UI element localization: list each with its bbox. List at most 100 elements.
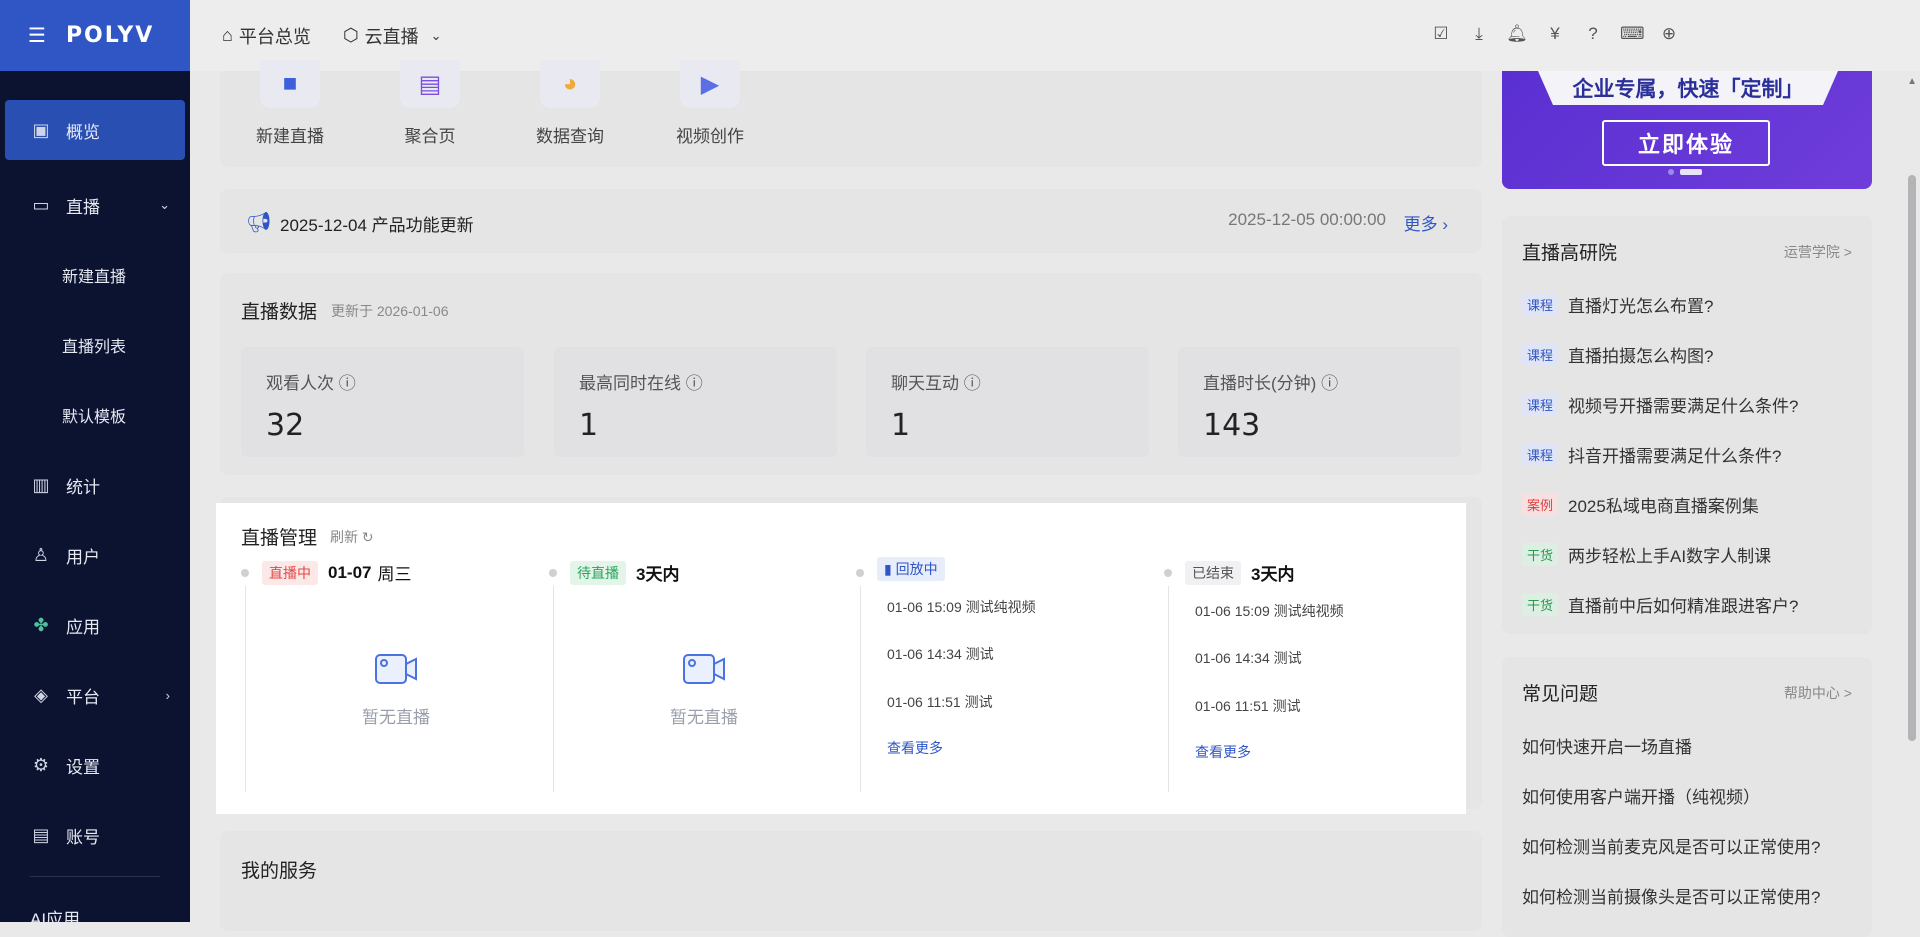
video-camera-icon: ■ xyxy=(260,60,320,108)
refresh-icon: ↻ xyxy=(361,529,374,545)
chevron-right-icon: › xyxy=(165,687,170,703)
empty-text: 暂无直播 xyxy=(362,708,430,727)
user-icon: ♙ xyxy=(32,544,50,565)
sidebar-item-live-list[interactable]: 直播列表 xyxy=(0,310,190,380)
column-header: ▮ 回放中 xyxy=(877,557,945,581)
timeline-line xyxy=(860,586,861,792)
timeline-dot xyxy=(241,569,249,577)
sidebar-item-label: 统计 xyxy=(66,477,100,497)
faq-item[interactable]: 如何检测当前麦克风是否可以正常使用? xyxy=(1522,833,1820,858)
megaphone-icon: 📢︎ xyxy=(246,212,272,234)
platform-overview-label: 平台总览 xyxy=(238,26,311,47)
column-live-now: 直播中 01-07 周三 暂无直播 xyxy=(241,560,546,792)
news-title[interactable]: 2025-12-04 产品功能更新 xyxy=(280,211,474,236)
column-weekday: 周三 xyxy=(377,565,412,584)
top-toolbar-icons: ☑ ⤓ 🔔︎ ¥ ? ⌨ ⊕ xyxy=(1430,24,1680,44)
sidebar-item-stats[interactable]: ▥ 统计 xyxy=(0,450,190,520)
shortcut-label: 新建直播 xyxy=(256,127,324,146)
course-item[interactable]: 课程 抖音开播需要满足什么条件? xyxy=(1522,442,1781,467)
shortcut-data-query[interactable]: ◕ 数据查询 xyxy=(525,60,615,147)
info-icon[interactable]: ⓘ xyxy=(686,374,703,393)
carousel-dot[interactable] xyxy=(1668,169,1674,175)
operations-academy-link[interactable]: 运营学院 > xyxy=(1784,242,1852,262)
sidebar-item-live[interactable]: ▭ 直播 ⌄ xyxy=(0,170,190,240)
scroll-up-arrow[interactable]: ▲ xyxy=(1907,76,1917,87)
course-item[interactable]: 案例 2025私域电商直播案例集 xyxy=(1522,492,1759,517)
polyv-logo[interactable]: POLYV xyxy=(66,23,154,48)
try-now-button[interactable]: 立即体验 xyxy=(1602,120,1770,166)
yen-icon[interactable]: ¥ xyxy=(1544,24,1566,44)
sidebar-item-account[interactable]: ▤ 账号 xyxy=(0,800,190,870)
course-item[interactable]: 干货 直播前中后如何精准跟进客户? xyxy=(1522,592,1798,617)
sidebar-item-apps[interactable]: ✤ 应用 xyxy=(0,590,190,660)
course-item[interactable]: 课程 直播灯光怎么布置? xyxy=(1522,292,1713,317)
menu-toggle-icon[interactable]: ☰ xyxy=(28,23,46,48)
course-item[interactable]: 干货 两步轻松上手AI数字人制课 xyxy=(1522,542,1771,567)
course-tag: 课程 xyxy=(1522,293,1559,316)
sidebar-item-platform[interactable]: ◈ 平台 › xyxy=(0,660,190,730)
platform-overview-link[interactable]: ⌂ 平台总览 xyxy=(222,23,311,49)
list-item[interactable]: 01-06 15:09 测试纯视频 xyxy=(1195,601,1344,621)
shortcut-new-live[interactable]: ■ 新建直播 xyxy=(245,60,335,147)
status-badge: 待直播 xyxy=(570,560,626,585)
news-more-link[interactable]: 更多 › xyxy=(1404,210,1448,235)
list-item[interactable]: 01-06 15:09 测试纯视频 xyxy=(887,597,1036,617)
task-check-icon[interactable]: ☑ xyxy=(1430,24,1452,44)
sidebar-item-ai-apps[interactable]: AI应用 xyxy=(30,905,80,930)
promo-banner[interactable]: 企业专属，快速「定制」 立即体验 xyxy=(1502,71,1872,189)
video-camera-icon: ▭ xyxy=(32,194,50,215)
globe-icon[interactable]: ⊕ xyxy=(1658,24,1680,44)
view-more-link[interactable]: 查看更多 xyxy=(887,738,943,758)
info-icon[interactable]: ⓘ xyxy=(339,374,356,393)
carousel-dot-active[interactable] xyxy=(1680,169,1702,175)
course-tag: 干货 xyxy=(1522,593,1559,616)
download-icon[interactable]: ⤓ xyxy=(1468,24,1490,44)
course-title: 抖音开播需要满足什么条件? xyxy=(1568,447,1782,466)
shortcut-aggregate-page[interactable]: ▤ 聚合页 xyxy=(385,60,475,147)
sidebar-item-default-template[interactable]: 默认模板 xyxy=(0,380,190,450)
info-icon[interactable]: ⓘ xyxy=(964,374,981,393)
faq-item[interactable]: 如何快速开启一场直播 xyxy=(1522,733,1692,758)
stat-value: 1 xyxy=(579,408,599,443)
faq-item[interactable]: 如何使用客户端开播（纯视频） xyxy=(1522,783,1760,808)
code-icon[interactable]: ⌨ xyxy=(1620,24,1645,44)
sidebar-item-overview[interactable]: ▣ 概览 xyxy=(5,100,185,160)
list-item[interactable]: 01-06 11:51 测试 xyxy=(1195,696,1301,716)
course-item[interactable]: 课程 视频号开播需要满足什么条件? xyxy=(1522,392,1798,417)
help-center-link[interactable]: 帮助中心 > xyxy=(1784,683,1852,703)
course-tag: 课程 xyxy=(1522,343,1559,366)
course-item[interactable]: 课程 直播拍摄怎么构图? xyxy=(1522,342,1713,367)
sidebar-divider xyxy=(30,876,160,877)
faq-item[interactable]: 如何检测当前摄像头是否可以正常使用? xyxy=(1522,883,1820,908)
refresh-button[interactable]: 刷新 ↻ xyxy=(330,527,374,547)
camera-icon xyxy=(375,654,417,684)
empty-state: 暂无直播 xyxy=(554,652,854,728)
vertical-scrollbar[interactable] xyxy=(1908,175,1916,741)
view-more-link[interactable]: 查看更多 xyxy=(1195,742,1251,762)
sidebar-item-label: 用户 xyxy=(66,547,100,567)
info-icon[interactable]: ⓘ xyxy=(1321,374,1338,393)
shortcut-video-creation[interactable]: ▶ 视频创作 xyxy=(665,60,755,147)
course-tag: 案例 xyxy=(1522,493,1559,516)
sidebar-item-users[interactable]: ♙ 用户 xyxy=(0,520,190,590)
chart-board-icon: ▣ xyxy=(32,119,50,140)
course-title: 视频号开播需要满足什么条件? xyxy=(1568,397,1799,416)
banner-headline: 企业专属，快速「定制」 xyxy=(1538,71,1838,105)
gear-icon: ⚙ xyxy=(32,754,50,775)
sidebar-item-settings[interactable]: ⚙ 设置 xyxy=(0,730,190,800)
sidebar-item-label: 应用 xyxy=(66,617,100,637)
list-item[interactable]: 01-06 14:34 测试 xyxy=(887,644,994,664)
sidebar-item-new-live[interactable]: 新建直播 xyxy=(0,240,190,310)
sidebar-item-label: 账号 xyxy=(66,827,100,847)
my-services-panel xyxy=(220,831,1482,931)
empty-state: 暂无直播 xyxy=(246,652,546,728)
help-icon[interactable]: ? xyxy=(1582,24,1604,44)
cloud-live-dropdown[interactable]: ⬡ 云直播 ⌄ xyxy=(343,23,442,49)
shortcut-label: 视频创作 xyxy=(676,127,744,146)
stat-card-chat: 聊天互动 ⓘ 1 xyxy=(866,347,1149,457)
column-range: 3天内 xyxy=(1251,565,1295,584)
list-item[interactable]: 01-06 11:51 测试 xyxy=(887,692,993,712)
bell-icon[interactable]: 🔔︎ xyxy=(1506,24,1528,44)
list-item[interactable]: 01-06 14:34 测试 xyxy=(1195,648,1302,668)
sidebar-item-label: 直播列表 xyxy=(62,339,127,356)
